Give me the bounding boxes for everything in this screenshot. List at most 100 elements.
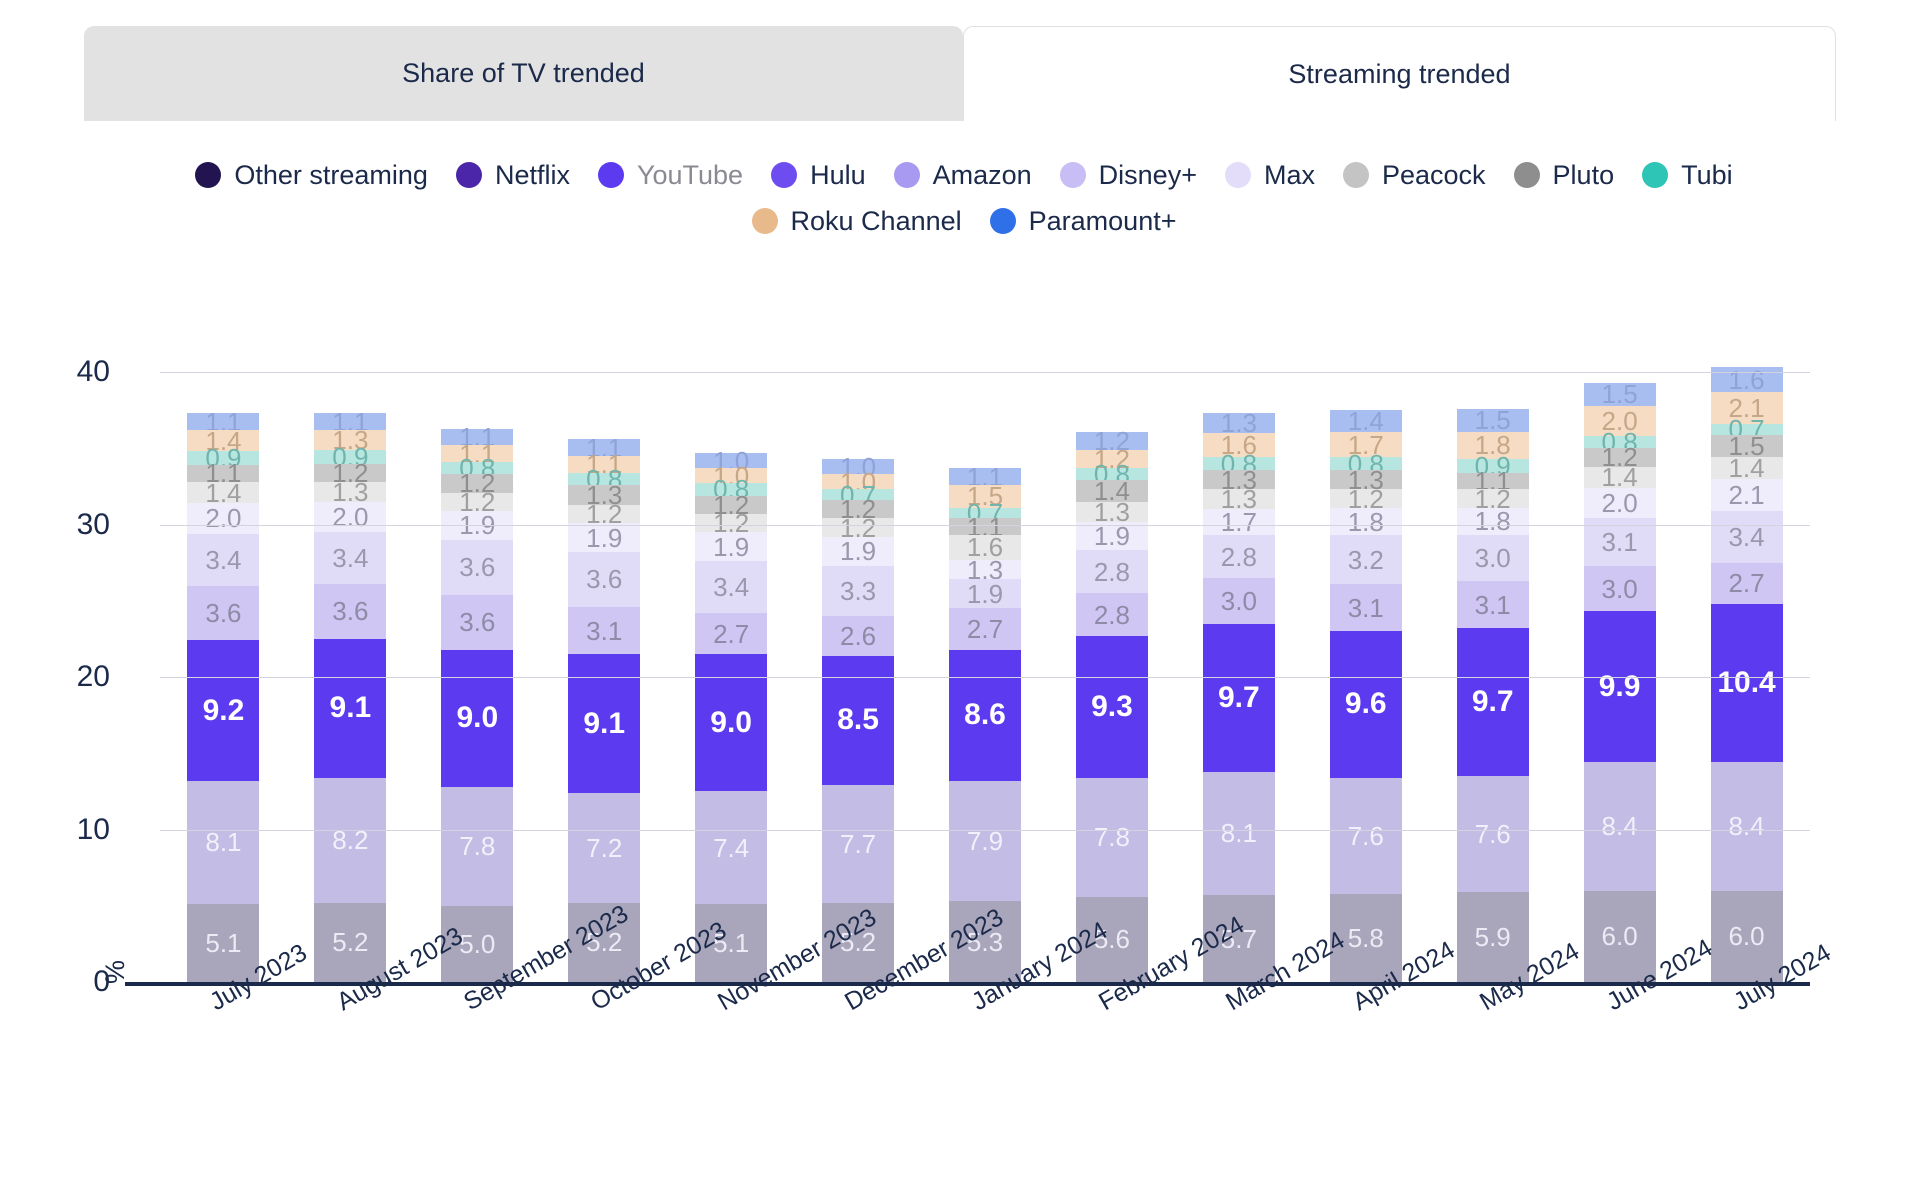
bar-segment[interactable]: 9.1 [314, 638, 387, 778]
bar-segment[interactable]: 3.3 [822, 565, 895, 617]
bar-segment[interactable]: 2.0 [1583, 487, 1656, 519]
bar-segment[interactable]: 1.4 [187, 480, 260, 506]
bar-segment[interactable]: 2.6 [822, 616, 895, 656]
bar-segment[interactable]: 3.1 [1583, 518, 1656, 566]
bar-segment[interactable]: 3.6 [314, 584, 387, 639]
bar-segment[interactable]: 7.6 [1329, 777, 1402, 894]
legend-item-youtube[interactable]: YouTube [597, 152, 743, 198]
bar-segment[interactable]: 9.0 [695, 654, 768, 792]
bar-column[interactable]: 1.1 1.1 0.8 1.3 1.2 1.9 3.6 3.1 9.1 7.2 5.2 [568, 435, 641, 982]
bar-segment[interactable]: 9.6 [1329, 631, 1402, 778]
bar-column[interactable]: 1.4 1.7 0.8 1.3 1.2 1.8 3.2 3.1 9.6 7.6 5.8 [1329, 408, 1402, 982]
legend-item-netflix[interactable]: Netflix [455, 152, 570, 198]
bar-segment[interactable]: 1.8 [1456, 507, 1529, 536]
bar-column[interactable]: 1.6 2.1 0.7 1.5 1.4 2.1 3.4 2.7 10.4 8.4 6.0 [1710, 367, 1783, 982]
bar-segment[interactable]: 1.2 [1329, 486, 1402, 512]
legend-item-roku-channel[interactable]: Roku Channel [751, 198, 962, 244]
bar-column[interactable]: 1.3 1.6 0.8 1.3 1.3 1.7 2.8 3.0 9.7 8.1 5.7 [1202, 410, 1275, 982]
bar-segment[interactable]: 1.3 [1075, 499, 1148, 525]
bar-segment[interactable]: 3.4 [1710, 510, 1783, 563]
bar-segment[interactable]: 2.1 [1710, 478, 1783, 511]
bar-segment[interactable]: 1.9 [568, 523, 641, 552]
bar-segment[interactable]: 3.4 [314, 532, 387, 584]
bar-segment[interactable]: 9.9 [1583, 611, 1656, 763]
bar-column[interactable]: 1.5 2.0 0.8 1.2 1.4 2.0 3.1 3.0 9.9 8.4 6.0 [1583, 381, 1656, 982]
bar-segment[interactable]: 3.4 [187, 533, 260, 586]
bar-segment[interactable]: 10.4 [1710, 603, 1783, 763]
bar-segment[interactable]: 1.5 [1583, 381, 1656, 407]
bar-segment[interactable]: 1.4 [1710, 455, 1783, 481]
bar-segment[interactable]: 3.0 [1456, 535, 1529, 581]
bar-segment[interactable]: 3.6 [441, 594, 514, 650]
bar-segment[interactable]: 3.0 [1202, 577, 1275, 624]
bar-segment[interactable]: 3.6 [187, 585, 260, 641]
bar-segment[interactable]: 8.4 [1583, 762, 1656, 891]
bar-segment[interactable]: 3.1 [1329, 584, 1402, 632]
legend-item-tubi[interactable]: Tubi [1642, 152, 1733, 198]
bar-segment[interactable]: 9.1 [568, 654, 641, 793]
legend-item-other-streaming[interactable]: Other streaming [195, 152, 428, 198]
bar-segment[interactable]: 1.9 [1075, 521, 1148, 551]
bar-segment[interactable]: 1.7 [1202, 509, 1275, 535]
bar-column[interactable]: 1.0 1.0 0.8 1.2 1.2 1.9 3.4 2.7 9.0 7.4 5.1 [695, 448, 768, 982]
bar-segment[interactable]: 3.1 [568, 606, 641, 655]
bar-segment[interactable]: 9.0 [441, 649, 514, 787]
bar-segment[interactable]: 1.2 [568, 501, 641, 527]
bar-segment[interactable]: 7.8 [441, 786, 514, 906]
bar-segment[interactable]: 1.3 [949, 557, 1021, 583]
bar-segment[interactable]: 8.4 [1710, 762, 1783, 891]
bar-segment[interactable]: 3.6 [568, 551, 641, 607]
bar-segment[interactable]: 2.8 [1075, 550, 1148, 594]
bar-segment[interactable]: 8.6 [949, 649, 1021, 781]
bar-segment[interactable]: 7.4 [695, 791, 768, 905]
bar-segment[interactable]: 1.8 [1329, 507, 1402, 536]
legend-item-amazon[interactable]: Amazon [893, 152, 1032, 198]
bar-segment[interactable]: 9.3 [1075, 635, 1148, 778]
bar-segment[interactable]: 1.2 [822, 515, 895, 541]
legend-item-pluto[interactable]: Pluto [1513, 152, 1614, 198]
bar-segment[interactable]: 3.6 [441, 539, 514, 595]
bar-column[interactable]: 1.1 1.1 0.8 1.2 1.2 1.9 3.6 3.6 9.0 7.8 5.0 [441, 424, 514, 982]
bar-segment[interactable]: 2.8 [1075, 593, 1148, 636]
bar-segment[interactable]: 3.1 [1456, 580, 1529, 629]
bar-segment[interactable]: 3.4 [695, 561, 768, 613]
bar-segment[interactable]: 9.2 [187, 640, 260, 781]
bar-segment[interactable]: 7.8 [1075, 777, 1148, 897]
tab-share-of-tv-trended[interactable]: Share of TV trended [84, 26, 963, 121]
bar-segment[interactable]: 9.7 [1202, 623, 1275, 772]
bar-segment[interactable]: 2.8 [1202, 535, 1275, 578]
bar-segment[interactable]: 2.7 [695, 612, 768, 655]
bar-column[interactable]: 1.1 1.4 0.9 1.1 1.4 2.0 3.4 3.6 9.2 8.1 5.1 [187, 409, 260, 982]
legend-item-max[interactable]: Max [1224, 152, 1315, 198]
legend-item-peacock[interactable]: Peacock [1342, 152, 1486, 198]
bar-segment[interactable]: 1.2 [695, 510, 768, 536]
bar-segment[interactable]: 1.9 [695, 532, 768, 562]
bar-segment[interactable]: 7.7 [822, 785, 895, 903]
bar-segment[interactable]: 1.4 [1329, 408, 1402, 434]
bar-segment[interactable]: 7.6 [1456, 776, 1529, 893]
bar-column[interactable]: 1.1 1.3 0.9 1.2 1.3 2.0 3.4 3.6 9.1 8.2 5.2 [314, 409, 387, 982]
legend-item-disney[interactable]: Disney+ [1059, 152, 1197, 198]
bar-segment[interactable]: 1.2 [441, 489, 514, 515]
bar-segment[interactable]: 1.4 [1583, 464, 1656, 490]
tab-streaming-trended[interactable]: Streaming trended [963, 26, 1836, 121]
bar-segment[interactable]: 9.7 [1456, 628, 1529, 777]
bar-segment[interactable]: 8.5 [822, 655, 895, 786]
bar-segment[interactable]: 3.2 [1329, 535, 1402, 585]
bar-segment[interactable]: 2.7 [949, 608, 1021, 650]
legend-item-paramount[interactable]: Paramount+ [989, 198, 1176, 244]
bar-column[interactable]: 1.2 1.2 0.8 1.4 1.3 1.9 2.8 2.8 9.3 7.8 5.6 [1075, 428, 1148, 982]
bar-segment[interactable]: 2.0 [314, 501, 387, 533]
bar-segment[interactable]: 8.2 [314, 777, 387, 903]
bar-segment[interactable]: 7.2 [568, 792, 641, 903]
bar-segment[interactable]: 1.5 [1456, 407, 1529, 433]
legend-item-hulu[interactable]: Hulu [771, 152, 866, 198]
bar-segment[interactable]: 8.1 [187, 780, 260, 905]
bar-segment[interactable]: 2.7 [1710, 562, 1783, 604]
bar-column[interactable]: 1.5 1.8 0.9 1.1 1.2 1.8 3.0 3.1 9.7 7.6 5.9 [1456, 407, 1529, 982]
bar-column[interactable]: 1.1 1.5 0.7 1.1 1.6 1.3 1.9 2.7 8.6 7.9 5.3 [949, 464, 1021, 982]
bar-segment[interactable]: 1.2 [1456, 486, 1529, 512]
bar-segment[interactable]: 1.9 [822, 536, 895, 566]
bar-segment[interactable]: 1.3 [314, 479, 387, 505]
bar-segment[interactable]: 8.1 [1202, 771, 1275, 896]
